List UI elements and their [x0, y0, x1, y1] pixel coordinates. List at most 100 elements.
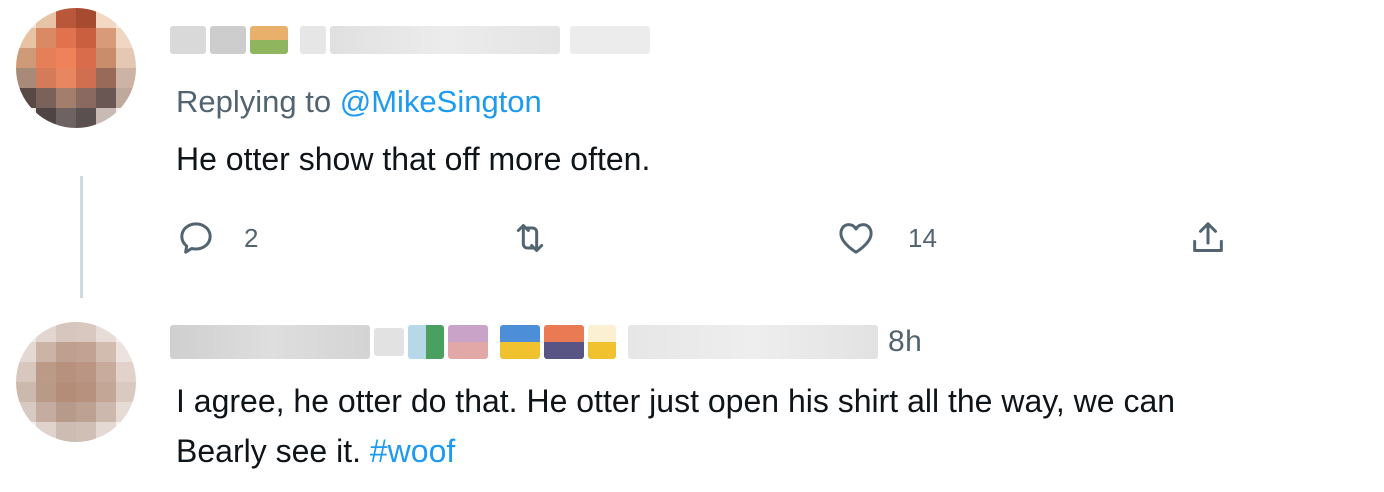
avatar-pixel [76, 362, 96, 382]
avatar-pixel [56, 402, 76, 422]
avatar-pixel [76, 422, 96, 442]
tweet-actions-bar: 2 14 [176, 214, 1276, 262]
avatar-pixel [116, 108, 136, 128]
avatar-pixel [76, 28, 96, 48]
redacted-display-name[interactable] [170, 325, 370, 359]
avatar-pixelated[interactable] [16, 322, 136, 442]
avatar-pixel [116, 362, 136, 382]
avatar-pixel [116, 402, 136, 422]
avatar-pixel [56, 108, 76, 128]
avatar-pixel [76, 402, 96, 422]
avatar-pixel [16, 28, 36, 48]
avatar-pixel [116, 382, 136, 402]
avatar-pixel [36, 108, 56, 128]
avatar-pixel [56, 382, 76, 402]
hashtag-link[interactable]: #woof [370, 433, 455, 469]
avatar-pixel [96, 68, 116, 88]
avatar-pixel [56, 48, 76, 68]
redacted-emoji [500, 325, 540, 359]
tweet-text: He otter show that off more often. [176, 141, 651, 177]
avatar-pixel [96, 48, 116, 68]
avatar-pixel [96, 88, 116, 108]
avatar-pixel [36, 362, 56, 382]
avatar-pixel [56, 322, 76, 342]
avatar-pixel [56, 362, 76, 382]
like-button[interactable]: 14 [836, 214, 937, 262]
retweet-icon [516, 224, 544, 252]
redacted-display-name[interactable] [170, 26, 206, 54]
avatar-pixel [96, 422, 116, 442]
redacted-emoji [544, 325, 584, 359]
avatar-pixel [36, 322, 56, 342]
tweet-text-segment: Bearly see it. [176, 433, 370, 469]
avatar-pixel [116, 68, 136, 88]
avatar-pixel [76, 88, 96, 108]
avatar-pixel [96, 28, 116, 48]
redacted-display-name [210, 26, 246, 54]
avatar-pixel [36, 8, 56, 28]
avatar-pixel [76, 322, 96, 342]
avatar-pixel [36, 28, 56, 48]
tweet-text-line: Bearly see it. #woof [176, 426, 1175, 476]
avatar-pixel [16, 8, 36, 28]
avatar-pixel [36, 342, 56, 362]
avatar-pixel [116, 322, 136, 342]
redacted-handle [628, 325, 878, 359]
redacted-emoji [588, 325, 616, 359]
tweet-text: I agree, he otter do that. He otter just… [176, 376, 1175, 476]
avatar-pixel [116, 342, 136, 362]
author-row: 8h [170, 322, 922, 362]
avatar-pixel [116, 8, 136, 28]
avatar-pixel [36, 88, 56, 108]
avatar-pixel [96, 108, 116, 128]
avatar-pixel [36, 402, 56, 422]
avatar-pixel [76, 8, 96, 28]
tweet-timestamp[interactable]: 8h [888, 325, 922, 359]
tweet-reply-2[interactable]: 8h I agree, he otter do that. He otter j… [0, 300, 1384, 492]
author-row [170, 20, 650, 60]
avatar-pixel [76, 68, 96, 88]
avatar-pixel [16, 362, 36, 382]
reply-count: 2 [244, 222, 259, 253]
avatar-pixel [116, 48, 136, 68]
redacted-display-name [374, 328, 404, 356]
avatar-pixel [36, 68, 56, 88]
redacted-emoji [408, 325, 444, 359]
avatar-pixel [16, 382, 36, 402]
like-count: 14 [908, 222, 937, 253]
avatar-pixel [16, 48, 36, 68]
share-icon [1193, 222, 1223, 252]
avatar-pixel [76, 342, 96, 362]
avatar-pixel [76, 108, 96, 128]
avatar-pixel [16, 68, 36, 88]
avatar-pixel [96, 362, 116, 382]
avatar-pixel [56, 68, 76, 88]
tweet-reply-1[interactable]: Replying to @MikeSington He otter show t… [0, 0, 1384, 300]
avatar-pixel [36, 48, 56, 68]
avatar-pixel [56, 8, 76, 28]
avatar-pixel [16, 322, 36, 342]
replying-to-label: Replying to [176, 84, 340, 119]
avatar-pixel [76, 48, 96, 68]
avatar-pixel [56, 422, 76, 442]
reply-button[interactable]: 2 [176, 214, 258, 262]
avatar-pixel [36, 422, 56, 442]
share-button[interactable] [1188, 214, 1228, 262]
avatar-pixel [96, 402, 116, 422]
reply-icon [180, 222, 212, 254]
replying-to-line: Replying to @MikeSington [176, 84, 542, 120]
thread-connector-line [80, 176, 83, 298]
retweet-button[interactable] [510, 214, 582, 262]
tweet-text-line: I agree, he otter do that. He otter just… [176, 383, 1176, 419]
avatar-pixel [76, 382, 96, 402]
avatar-pixel [16, 342, 36, 362]
avatar-pixel [16, 108, 36, 128]
avatar-pixel [56, 342, 76, 362]
avatar-pixelated[interactable] [16, 8, 136, 128]
avatar-pixel [56, 88, 76, 108]
heart-icon [839, 223, 873, 254]
avatar-pixel [116, 88, 136, 108]
redacted-emoji [448, 325, 488, 359]
avatar-pixel [16, 402, 36, 422]
replying-to-handle-link[interactable]: @MikeSington [340, 84, 542, 119]
